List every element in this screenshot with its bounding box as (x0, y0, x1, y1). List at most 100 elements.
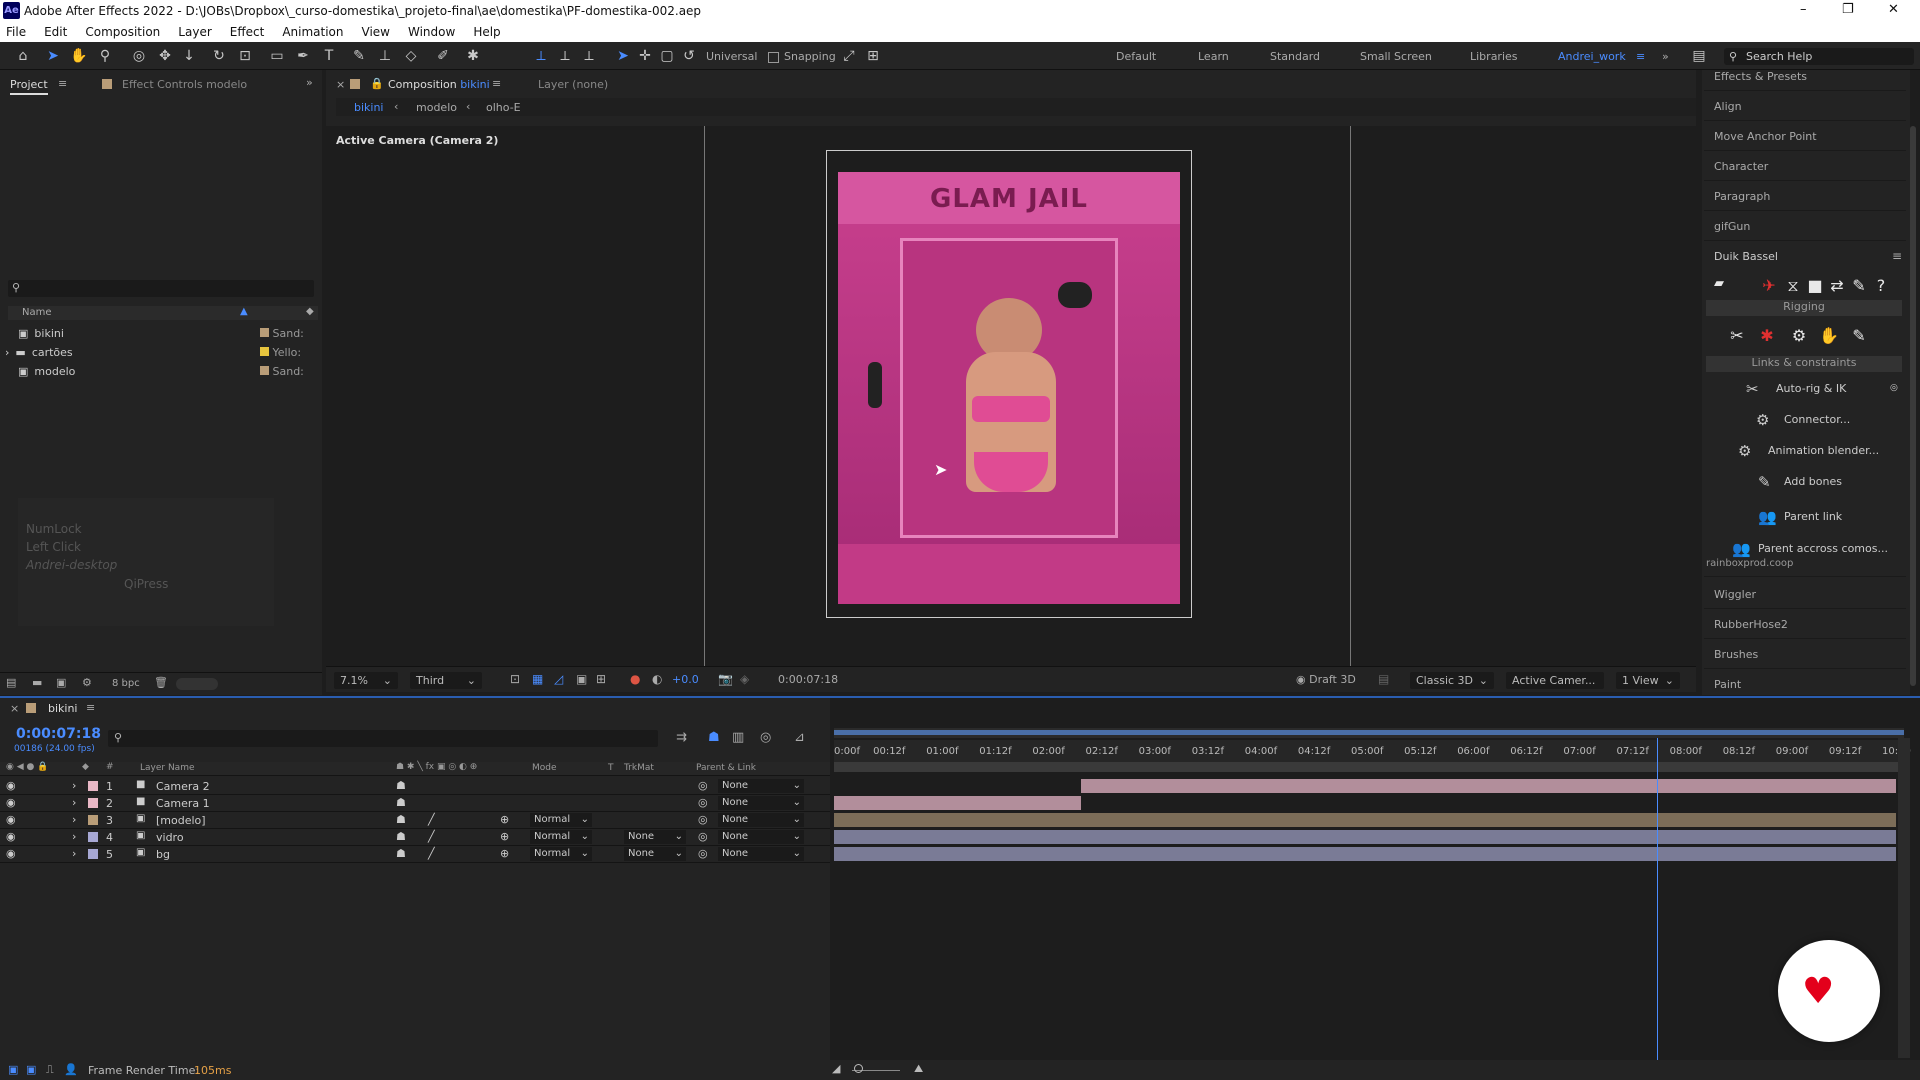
menu-window[interactable]: Window (408, 25, 455, 39)
hand-tool-icon[interactable]: ✋ (70, 47, 88, 65)
parent-select[interactable]: None ⌄ (718, 847, 804, 861)
trkmat-select[interactable]: None ⌄ (624, 847, 686, 861)
workspace-default[interactable]: Default (1116, 50, 1156, 63)
panel-align[interactable]: Align (1714, 100, 1742, 113)
shy-switch-icon[interactable]: ☗ (396, 830, 406, 843)
panel-gifgun[interactable]: gifGun (1714, 220, 1750, 233)
rotate-gizmo-icon[interactable]: ↺ (680, 47, 698, 65)
more-workspaces-icon[interactable]: » (1662, 50, 1669, 63)
layer-duration-bar[interactable] (834, 796, 1082, 810)
motion-blur-icon[interactable]: ◎ (760, 730, 771, 745)
stretch-icon[interactable]: ⎍ (46, 1063, 54, 1077)
workspace-learn[interactable]: Learn (1198, 50, 1229, 63)
zoom-select[interactable]: 7.1% ⌄ (334, 672, 398, 689)
column-name[interactable]: Name (22, 307, 52, 318)
view-layout-select[interactable]: 1 View ⌄ (1616, 672, 1680, 689)
tab-effect-controls[interactable]: Effect Controls modelo (122, 78, 247, 91)
mode-select[interactable]: Normal ⌄ (530, 830, 592, 844)
eye-icon[interactable]: ◉ (6, 779, 16, 792)
workspace-small-screen[interactable]: Small Screen (1360, 50, 1432, 63)
layer-label-swatch[interactable] (88, 798, 98, 808)
layer-duration-bar[interactable] (834, 813, 1896, 827)
project-settings-icon[interactable]: ⚙ (82, 676, 92, 689)
zoom-slider-handle[interactable] (854, 1064, 863, 1073)
chevron-right-icon[interactable]: › (72, 796, 76, 809)
tab-project[interactable]: Project (10, 78, 48, 95)
tab-layer[interactable]: Layer (none) (538, 78, 608, 91)
duik-tool-button[interactable]: ⚙ Animation blender... (1738, 442, 1902, 462)
eye-icon[interactable]: ◉ (6, 796, 16, 809)
rectangle-tool-icon[interactable]: ▭ (268, 47, 286, 65)
duik-tool-button[interactable]: ✂ Auto-rig & IK ◎ (1746, 380, 1902, 400)
transparency-grid-icon[interactable]: ▦ (532, 672, 543, 686)
timeline-search-input[interactable]: ⚲ (108, 730, 658, 747)
close-tab-icon[interactable]: × (336, 78, 345, 91)
trash-icon[interactable]: 🗑 (154, 676, 168, 689)
layer-row[interactable]: ◉ › 4 ▣ vidro ☗ ╱ ⊕ Normal ⌄ None ⌄ ◎ None ⌄ (0, 829, 830, 846)
move-gizmo-icon[interactable]: ✛ (636, 47, 654, 65)
world-axis-icon[interactable]: ⟂ (556, 47, 574, 65)
chevron-right-icon[interactable]: › (72, 847, 76, 860)
eye-icon[interactable]: ◉ (6, 847, 16, 860)
duik-bones-icon[interactable]: ✂ (1726, 326, 1748, 348)
mode-select[interactable]: Normal ⌄ (530, 813, 592, 827)
layer-name[interactable]: [modelo] (156, 814, 206, 827)
duik-layers-icon[interactable]: ▰ (1708, 276, 1730, 298)
new-composition-icon[interactable]: ▣ (56, 676, 66, 689)
exposure-value[interactable]: +0.0 (672, 673, 699, 686)
chevron-right-icon[interactable]: › (72, 779, 76, 792)
orbit-tool-icon[interactable]: ◎ (130, 47, 148, 65)
quality-switch-icon[interactable]: ╱ (428, 847, 435, 860)
duik-controllers-icon[interactable]: ✋ (1818, 326, 1840, 348)
eye-icon[interactable]: ◉ (6, 830, 16, 843)
breadcrumb-item[interactable]: bikini (354, 101, 384, 114)
local-axis-icon[interactable]: ⟂ (532, 47, 550, 65)
trkmat-select[interactable]: None ⌄ (624, 830, 686, 844)
menu-edit[interactable]: Edit (44, 25, 67, 39)
panel-move-anchor-point[interactable]: Move Anchor Point (1714, 130, 1817, 143)
timeline-menu-icon[interactable]: ≡ (86, 701, 95, 714)
menu-animation[interactable]: Animation (282, 25, 343, 39)
snap-options-icon[interactable]: ⤢ (840, 47, 858, 65)
reset-exposure-icon[interactable]: ◐ (652, 672, 662, 686)
zoom-out-icon[interactable]: ◢ (832, 1062, 840, 1075)
user-icon[interactable]: 👤 (64, 1063, 78, 1076)
shy-switch-icon[interactable]: ☗ (396, 796, 406, 809)
layer-name[interactable]: vidro (156, 831, 184, 844)
comp-flowchart-icon[interactable]: ⇉ (676, 730, 687, 745)
duik-links-icon[interactable]: ✱ (1756, 326, 1778, 348)
rotate-tool-icon[interactable]: ↻ (210, 47, 228, 65)
panel-paragraph[interactable]: Paragraph (1714, 190, 1770, 203)
layer-duration-bar[interactable] (834, 830, 1896, 844)
layer-label-swatch[interactable] (88, 832, 98, 842)
chevron-right-icon[interactable]: › (72, 830, 76, 843)
selection-tool-icon[interactable]: ➤ (44, 47, 62, 65)
layer-duration-bar[interactable] (834, 847, 1896, 861)
home-icon[interactable]: ⌂ (14, 47, 32, 65)
comp-panel-menu-icon[interactable]: ≡ (492, 77, 501, 90)
thumbnail-slider[interactable] (176, 678, 218, 690)
workspace-standard[interactable]: Standard (1270, 50, 1320, 63)
column-layer-name[interactable]: Layer Name (140, 763, 195, 773)
layer-row[interactable]: ◉ › 2 ■ Camera 1 ☗ ◎ None ⌄ (0, 795, 830, 812)
shy-switch-icon[interactable]: ☗ (396, 813, 406, 826)
mode-select[interactable]: Normal ⌄ (530, 847, 592, 861)
parent-select[interactable]: None ⌄ (718, 813, 804, 827)
brush-tool-icon[interactable]: ✎ (350, 47, 368, 65)
shy-switch-icon[interactable]: ☗ (396, 847, 406, 860)
duik-help-icon[interactable]: ? (1870, 276, 1892, 298)
quality-switch-icon[interactable]: ╱ (428, 813, 435, 826)
puppet-pin-icon[interactable]: ✱ (464, 47, 482, 65)
bit-depth-button[interactable]: 8 bpc (112, 678, 140, 689)
layer-label-swatch[interactable] (88, 815, 98, 825)
layer-row[interactable]: ◉ › 3 ▣ [modelo] ☗ ╱ ⊕ Normal ⌄ ◎ None ⌄ (0, 812, 830, 829)
parent-select[interactable]: None ⌄ (718, 796, 804, 810)
duik-automation-icon[interactable]: ⚙ (1788, 326, 1810, 348)
pick-whip-icon[interactable]: ◎ (698, 830, 708, 843)
panel-rubberhose[interactable]: RubberHose2 (1714, 618, 1788, 631)
new-folder-icon[interactable]: ▬ (32, 676, 42, 689)
duik-rigging-tab[interactable]: Rigging (1706, 300, 1902, 316)
scale-gizmo-icon[interactable]: ▢ (658, 47, 676, 65)
duik-links-constraints-tab[interactable]: Links & constraints (1706, 356, 1902, 372)
duik-tool-button[interactable]: ⚙ Connector... (1756, 411, 1902, 431)
